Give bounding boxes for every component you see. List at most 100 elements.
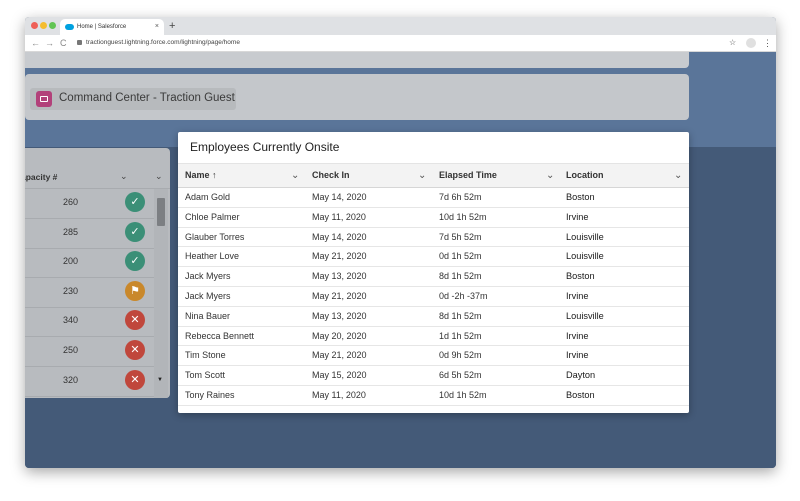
table-row[interactable]: Nina Bauer May 13, 2020 8d 1h 52m Louisvill…	[178, 306, 689, 327]
check-in-cell: May 15, 2020	[312, 370, 367, 381]
table-row[interactable]: Tom Scott May 15, 2020 6d 5h 52m Dayton	[178, 365, 689, 386]
top-card	[25, 52, 689, 68]
column-header-location[interactable]: Location	[566, 164, 604, 187]
table-row[interactable]: 200 ✓	[25, 248, 154, 279]
table-row[interactable]: 250 ✕	[25, 337, 154, 367]
salesforce-cloud-icon	[65, 24, 74, 30]
name-cell: Heather Love	[185, 251, 240, 262]
checkmark-icon[interactable]: ✓	[125, 221, 145, 242]
table-row[interactable]: 340 ✕	[25, 307, 154, 338]
table-row[interactable]: Adam Gold May 14, 2020 7d 6h 52m Boston	[178, 187, 689, 208]
capacity-value: 250	[63, 345, 79, 355]
check-in-cell: May 11, 2020	[312, 211, 366, 222]
column-header-check-in[interactable]: Check In	[312, 164, 350, 187]
table-row[interactable]: Glauber Torres May 14, 2020 7d 5h 52m Louis…	[178, 227, 689, 248]
address-bar: ← → C tractionguest.lightning.force.com/…	[25, 35, 776, 52]
back-button[interactable]: ←	[31, 35, 40, 51]
column-header-name[interactable]: Name ↑	[185, 164, 217, 187]
minimize-window-button[interactable]	[40, 22, 47, 29]
table-row[interactable]: Tony Raines May 11, 2020 10d 1h 52m Boston	[178, 385, 689, 406]
close-window-button[interactable]	[31, 22, 38, 29]
table-row[interactable]: Jack Myers May 21, 2020 0d -2h -37m Irvine	[178, 286, 689, 307]
elapsed-time-cell: 0d 1h 52m	[439, 251, 482, 262]
elapsed-time-cell: 1d 1h 52m	[439, 330, 482, 341]
location-cell: Boston	[566, 271, 595, 282]
name-cell: Tim Stone	[185, 350, 226, 361]
table-row[interactable]: Tim Stone May 21, 2020 0d 9h 52m Irvine	[178, 345, 689, 367]
browser-tab[interactable]: Home | Salesforce ×	[60, 19, 164, 35]
profile-avatar[interactable]	[746, 38, 756, 48]
check-in-cell: May 14, 2020	[312, 231, 367, 242]
chevron-down-icon[interactable]: ⌄	[291, 164, 299, 187]
close-x-icon[interactable]: ✕	[125, 340, 145, 360]
column-header-elapsed-time[interactable]: Elapsed Time	[439, 164, 497, 187]
chevron-down-icon[interactable]: ⌄	[418, 164, 426, 187]
table-header-row: Name ↑ ⌄ Check In ⌄ Elapsed Time ⌄ Locat…	[178, 163, 689, 188]
name-cell: Nina Bauer	[185, 310, 231, 321]
table-row[interactable]: Heather Love May 21, 2020 0d 1h 52m Louisvi…	[178, 246, 689, 268]
bookmark-star-icon[interactable]: ☆	[729, 35, 736, 51]
check-in-cell: May 20, 2020	[312, 330, 367, 341]
location-cell: Louisville	[566, 251, 604, 262]
browser-window: Home | Salesforce × + ← → C tractiongues…	[25, 17, 776, 468]
url-field[interactable]: tractionguest.lightning.force.com/lightn…	[86, 35, 240, 51]
scroll-thumb[interactable]	[157, 198, 165, 226]
name-cell: Jack Myers	[185, 291, 231, 301]
location-cell: Louisville	[566, 310, 604, 321]
flag-icon[interactable]: ⚑	[125, 280, 145, 301]
name-cell: Tony Raines	[185, 390, 235, 400]
table-row[interactable]: Rebecca Bennett May 20, 2020 1d 1h 52m Irvi…	[178, 326, 689, 347]
name-cell: Rebecca Bennett	[185, 330, 255, 341]
chevron-down-icon[interactable]: ⌄	[120, 171, 128, 182]
location-cell: Irvine	[566, 211, 589, 222]
chevron-down-icon[interactable]: ⌄	[155, 171, 163, 182]
location-cell: Irvine	[566, 350, 589, 361]
scroll-down-arrow-icon[interactable]: ▼	[157, 377, 163, 383]
elapsed-time-cell: 8d 1h 52m	[439, 310, 482, 321]
elapsed-time-cell: 10d 1h 52m	[439, 390, 487, 400]
check-in-cell: May 21, 2020	[312, 291, 367, 301]
page-title: Command Center - Traction Guest	[59, 92, 235, 104]
capacity-table-card: apacity # ⌄ ⌄ 260✓285✓200✓230⚑340✕250✕32…	[25, 148, 170, 398]
name-cell: Chloe Palmer	[185, 211, 240, 222]
maximize-window-button[interactable]	[49, 22, 56, 29]
checkmark-icon[interactable]: ✓	[125, 192, 145, 212]
forward-button[interactable]: →	[45, 35, 54, 51]
location-cell: Boston	[566, 390, 595, 400]
browser-menu-icon[interactable]: ⋮	[763, 35, 772, 51]
scrollbar[interactable]: ▼	[154, 189, 168, 398]
table-row[interactable]: 230 ⚑	[25, 278, 154, 308]
capacity-column-header[interactable]: apacity #	[25, 172, 57, 182]
check-in-cell: May 21, 2020	[312, 350, 367, 361]
capacity-value: 230	[63, 285, 79, 296]
check-in-cell: May 13, 2020	[312, 271, 367, 282]
name-cell: Adam Gold	[185, 192, 231, 202]
reload-button[interactable]: C	[60, 35, 67, 51]
elapsed-time-cell: 7d 6h 52m	[439, 192, 482, 202]
close-x-icon[interactable]: ✕	[125, 310, 145, 331]
table-row[interactable]: 260 ✓	[25, 189, 154, 219]
table-row[interactable]: 320 ✕	[25, 367, 154, 397]
chevron-down-icon[interactable]: ⌄	[674, 164, 682, 187]
chevron-down-icon[interactable]: ⌄	[546, 164, 554, 187]
name-cell: Glauber Torres	[185, 231, 245, 242]
location-cell: Boston	[566, 192, 595, 202]
new-tab-button[interactable]: +	[169, 18, 175, 34]
table-row[interactable]: Chloe Palmer May 11, 2020 10d 1h 52m Irvine	[178, 207, 689, 228]
tab-title: Home | Salesforce	[77, 24, 127, 30]
check-in-cell: May 13, 2020	[312, 310, 367, 321]
page-header-card: Command Center - Traction Guest	[25, 74, 689, 120]
location-cell: Irvine	[566, 330, 589, 341]
table-row[interactable]: 285 ✓	[25, 219, 154, 249]
employees-onsite-card: Employees Currently Onsite Name ↑ ⌄ Chec…	[178, 132, 689, 413]
table-row[interactable]: Jack Myers May 13, 2020 8d 1h 52m Boston	[178, 266, 689, 287]
elapsed-time-cell: 7d 5h 52m	[439, 231, 482, 242]
check-in-cell: May 11, 2020	[312, 390, 366, 400]
checkmark-icon[interactable]: ✓	[125, 251, 145, 272]
location-cell: Louisville	[566, 231, 604, 242]
elapsed-time-cell: 10d 1h 52m	[439, 211, 487, 222]
close-x-icon[interactable]: ✕	[125, 369, 145, 390]
elapsed-time-cell: 8d 1h 52m	[439, 271, 482, 282]
command-center-icon	[36, 91, 52, 107]
tab-close-icon[interactable]: ×	[155, 19, 159, 35]
